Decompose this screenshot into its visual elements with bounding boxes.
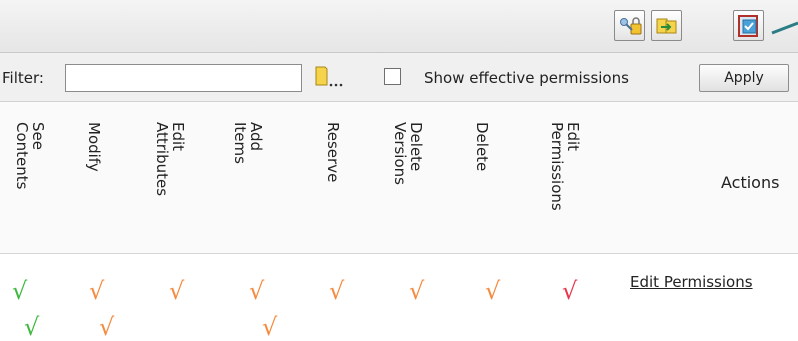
permissions-header-row: See Contents Modify Edit Attributes Add … [0, 102, 798, 254]
apply-button[interactable]: Apply [699, 64, 789, 92]
check-icon[interactable]: √ [99, 315, 114, 339]
copy-permissions-button[interactable] [651, 10, 682, 41]
col-header-delete: Delete [473, 122, 491, 172]
users-arrow-icon [656, 18, 676, 33]
col-header-edit-permissions: Edit Permissions [548, 122, 582, 211]
col-header-add-items: Add Items [231, 122, 265, 164]
show-effective-label: Show effective permissions [424, 69, 629, 87]
col-header-delete-versions: Delete Versions [391, 122, 425, 185]
col-header-actions: Actions [721, 173, 780, 192]
check-icon[interactable]: √ [329, 279, 344, 303]
check-icon[interactable]: √ [169, 279, 184, 303]
check-icon[interactable]: √ [485, 279, 500, 303]
show-effective-checkbox[interactable] [384, 68, 401, 85]
check-icon[interactable]: √ [562, 279, 577, 303]
document-check-icon [737, 14, 758, 37]
check-icon[interactable]: √ [262, 315, 277, 339]
check-icon[interactable]: √ [409, 279, 424, 303]
toolbar [0, 0, 798, 53]
col-header-see-contents: See Contents [13, 122, 47, 190]
filter-label: Filter: [2, 69, 44, 87]
col-header-edit-attributes: Edit Attributes [153, 122, 187, 197]
callout-line [771, 21, 798, 35]
col-header-reserve: Reserve [324, 122, 342, 183]
browse-folder-icon[interactable] [315, 65, 343, 93]
check-icon[interactable]: √ [24, 315, 39, 339]
key-lock-icon [619, 16, 641, 34]
inherit-permissions-button[interactable] [733, 10, 764, 41]
check-icon[interactable]: √ [249, 279, 264, 303]
filter-bar: Filter: Show effective permissions Apply [0, 53, 798, 102]
check-icon[interactable]: √ [12, 279, 27, 303]
col-header-modify: Modify [85, 122, 103, 172]
table-row [0, 306, 798, 331]
edit-permissions-link[interactable]: Edit Permissions [630, 273, 753, 291]
check-icon[interactable]: √ [89, 279, 104, 303]
view-permissions-button[interactable] [614, 10, 645, 41]
filter-input[interactable] [65, 64, 302, 92]
